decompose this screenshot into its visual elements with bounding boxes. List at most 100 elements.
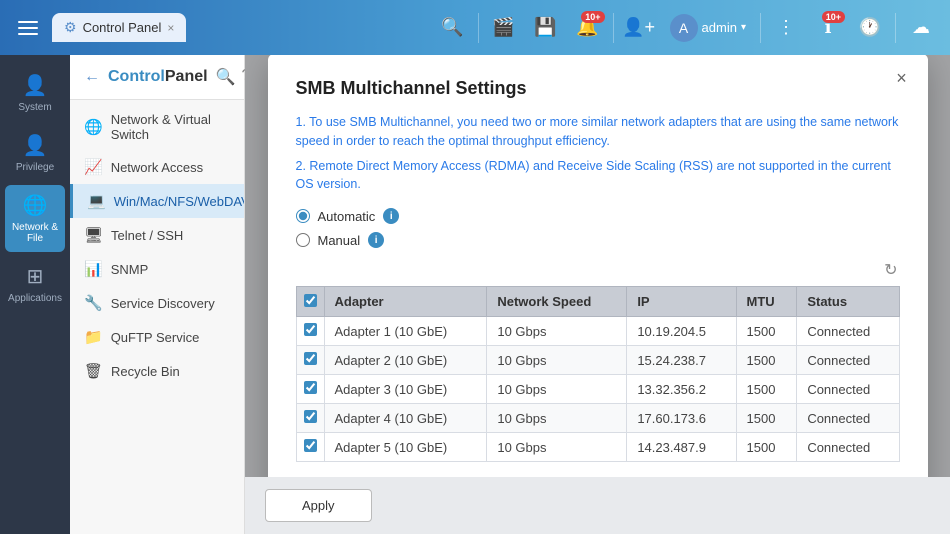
nav-item-label: Recycle Bin (111, 364, 180, 379)
modal-close-button[interactable]: × (890, 66, 914, 90)
table-row: Adapter 2 (10 GbE) 10 Gbps 15.24.238.7 1… (296, 346, 899, 375)
chevron-down-icon: ▾ (741, 22, 746, 33)
nav-item-network-access[interactable]: 📈 Network Access (70, 150, 244, 184)
sidebar-item-label: Applications (8, 293, 62, 304)
nav-header: ← ControlPanel 🔍 ? (70, 55, 244, 100)
col-header-check (296, 287, 324, 317)
nav-search-icon[interactable]: 🔍 (216, 67, 236, 87)
snmp-icon: 📊 (84, 260, 103, 278)
main-layout: 👤 System 👤 Privilege 🌐 Network & File ⊞ … (0, 55, 950, 534)
bell-icon-btn[interactable]: 🔔10+ (569, 9, 607, 47)
control-panel-tab[interactable]: ⚙ Control Panel × (52, 13, 186, 42)
row-speed: 10 Gbps (487, 317, 627, 346)
row-mtu: 1500 (736, 317, 797, 346)
refresh-button[interactable]: ↻ (882, 258, 899, 282)
info-icon-btn[interactable]: ℹ10+ (809, 9, 847, 47)
sidebar-item-system[interactable]: 👤 System (5, 65, 65, 121)
row-status: Connected (797, 346, 899, 375)
adapters-table: Adapter Network Speed IP MTU Status Adap… (296, 286, 900, 462)
nav-item-win-mac-nfs[interactable]: 💻 Win/Mac/NFS/WebDAV (70, 184, 244, 218)
nav-item-network-virtual-switch[interactable]: 🌐 Network & Virtual Switch (70, 104, 244, 150)
row-checkbox[interactable] (304, 381, 317, 394)
row-ip: 13.32.356.2 (627, 375, 736, 404)
sidebar-item-applications[interactable]: ⊞ Applications (5, 256, 65, 312)
nav-item-label: Network Access (111, 160, 203, 175)
network-access-icon: 📈 (84, 158, 103, 176)
col-header-status: Status (797, 287, 899, 317)
row-checkbox[interactable] (304, 439, 317, 452)
nav-item-label: QuFTP Service (111, 330, 200, 345)
hamburger-button[interactable] (10, 10, 46, 46)
tab-label: Control Panel (83, 20, 162, 35)
nav-item-quftp[interactable]: 📁 QuFTP Service (70, 320, 244, 354)
bottom-apply-button[interactable]: Apply (265, 489, 372, 522)
row-checkbox[interactable] (304, 352, 317, 365)
row-speed: 10 Gbps (487, 433, 627, 462)
modal-title: SMB Multichannel Settings (296, 78, 900, 99)
radio-group: Automatic i Manual i (296, 208, 900, 248)
content-footer: Apply (245, 477, 950, 534)
row-ip: 10.19.204.5 (627, 317, 736, 346)
radio-automatic[interactable]: Automatic i (296, 208, 900, 224)
nav-item-telnet-ssh[interactable]: 🖥 Telnet / SSH (70, 218, 244, 252)
download-icon-btn[interactable]: 💾 (527, 9, 565, 47)
quftp-icon: 📁 (84, 328, 103, 346)
row-checkbox[interactable] (304, 323, 317, 336)
col-header-speed: Network Speed (487, 287, 627, 317)
radio-manual[interactable]: Manual i (296, 232, 900, 248)
select-all-checkbox[interactable] (304, 294, 317, 307)
row-mtu: 1500 (736, 346, 797, 375)
row-mtu: 1500 (736, 375, 797, 404)
sidebar-item-network-file[interactable]: 🌐 Network & File (5, 185, 65, 252)
modal-info-1: 1. To use SMB Multichannel, you need two… (296, 113, 900, 151)
user-add-icon-btn[interactable]: 👤+ (620, 9, 658, 47)
applications-icon: ⊞ (27, 264, 44, 289)
nav-panel: ← ControlPanel 🔍 ? 🌐 Network & Virtual S… (70, 55, 245, 534)
win-mac-icon: 💻 (87, 192, 106, 210)
divider-4 (895, 13, 896, 43)
nav-item-snmp[interactable]: 📊 SNMP (70, 252, 244, 286)
user-button[interactable]: A admin ▾ (662, 10, 754, 46)
clock-icon-btn[interactable]: 🕐 (851, 9, 889, 47)
row-checkbox[interactable] (304, 410, 317, 423)
sidebar-item-label: Network & File (9, 222, 61, 244)
nav-item-service-discovery[interactable]: 🔧 Service Discovery (70, 286, 244, 320)
panel-title: ControlPanel (108, 68, 208, 86)
row-ip: 15.24.238.7 (627, 346, 736, 375)
nav-item-label: Telnet / SSH (111, 228, 183, 243)
row-check-cell (296, 317, 324, 346)
service-discovery-icon: 🔧 (84, 294, 103, 312)
more-icon-btn[interactable]: ⋮ (767, 9, 805, 47)
row-speed: 10 Gbps (487, 404, 627, 433)
sidebar-item-privilege[interactable]: 👤 Privilege (5, 125, 65, 181)
divider-2 (613, 13, 614, 43)
manual-info-icon[interactable]: i (368, 232, 384, 248)
modal-overlay: × SMB Multichannel Settings 1. To use SM… (245, 55, 950, 534)
back-button[interactable]: ← (84, 68, 100, 86)
radio-automatic-input[interactable] (296, 209, 310, 223)
smb-multichannel-modal: × SMB Multichannel Settings 1. To use SM… (268, 55, 928, 534)
row-check-cell (296, 346, 324, 375)
cloud-icon-btn[interactable]: ☁ (902, 9, 940, 47)
tab-gear-icon: ⚙ (64, 19, 77, 36)
row-adapter: Adapter 4 (10 GbE) (324, 404, 487, 433)
nav-item-label: Service Discovery (111, 296, 215, 311)
topbar-icons: 🔍 🎬 💾 🔔10+ 👤+ A admin ▾ ⋮ ℹ10+ 🕐 ☁ (434, 9, 940, 47)
radio-manual-input[interactable] (296, 233, 310, 247)
search-icon-btn[interactable]: 🔍 (434, 9, 472, 47)
nav-item-recycle-bin[interactable]: 🗑 Recycle Bin (70, 354, 244, 388)
col-header-mtu: MTU (736, 287, 797, 317)
automatic-info-icon[interactable]: i (383, 208, 399, 224)
tab-close-icon[interactable]: × (167, 21, 174, 35)
film-icon-btn[interactable]: 🎬 (485, 9, 523, 47)
nav-item-label: Network & Virtual Switch (111, 112, 230, 142)
row-ip: 17.60.173.6 (627, 404, 736, 433)
privilege-icon: 👤 (23, 133, 48, 158)
radio-manual-label: Manual (318, 233, 361, 248)
nav-item-label: Win/Mac/NFS/WebDAV (114, 194, 244, 209)
divider-3 (760, 13, 761, 43)
sidebar-item-label: System (18, 102, 51, 113)
row-ip: 14.23.487.9 (627, 433, 736, 462)
radio-automatic-label: Automatic (318, 209, 376, 224)
row-status: Connected (797, 433, 899, 462)
